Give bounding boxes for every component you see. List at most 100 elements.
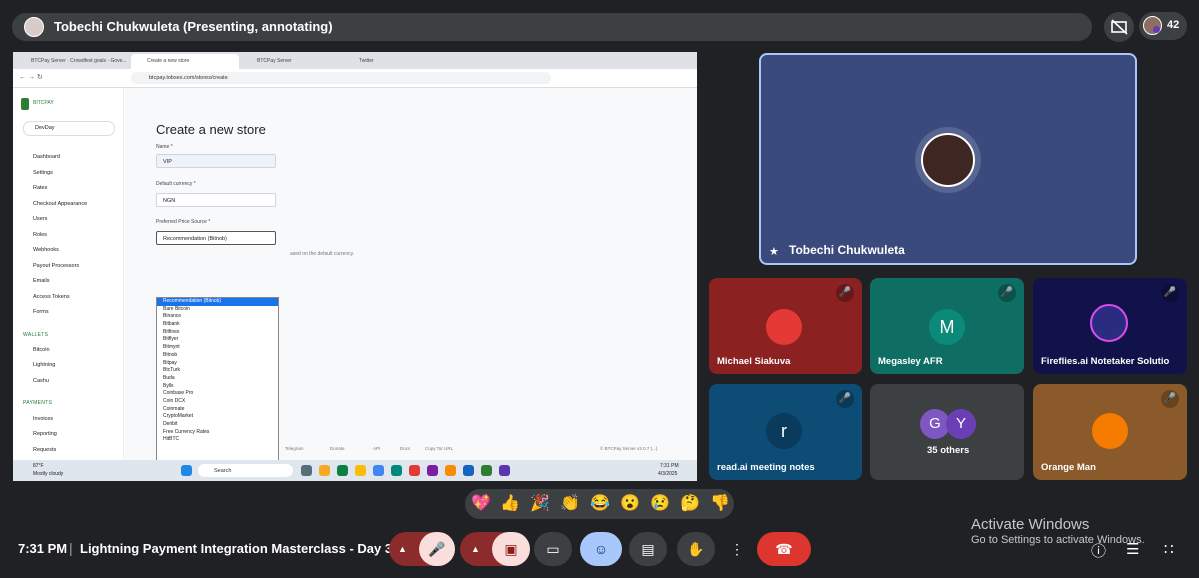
leave-call-button[interactable]: ☎ (757, 532, 811, 566)
fireflies-logo-icon (1090, 304, 1128, 342)
dropdown-option: Free Currency Rates (163, 428, 210, 435)
price-source-dropdown: Recommendation (Bitnob) Bare Bitcoin Bin… (156, 297, 279, 463)
chrome-icon (355, 465, 366, 476)
taskbar-search (198, 464, 293, 477)
dropdown-option: Bitmynt (163, 344, 180, 351)
payment-item: Reporting (33, 431, 57, 437)
camera-off-icon: ▣ (504, 541, 518, 557)
more-vert-icon: ⋮ (730, 541, 744, 557)
participant-tile[interactable]: r 🎤 read.ai meeting notes (709, 384, 862, 480)
sidebar-item: Forms (33, 309, 49, 315)
camera-options-chevron-icon[interactable]: ▲ (471, 532, 480, 566)
clock-time: 7:31 PM (660, 463, 679, 469)
dropdown-option: Coinbase Pro (163, 390, 194, 397)
meeting-details-button[interactable]: ⓘ (1091, 540, 1106, 561)
chat-icon: ☰ (1126, 541, 1140, 558)
sidebar-item: Emails (33, 278, 50, 284)
chat-button[interactable]: ☰ (1126, 540, 1139, 558)
dropdown-option: Coinmate (163, 405, 185, 412)
weather-desc: Mostly cloudy (33, 471, 64, 477)
more-options-button[interactable]: ⋮ (722, 532, 752, 566)
info-icon: ⓘ (1091, 543, 1107, 560)
participant-tile[interactable]: 🎤 Michael Siakuva (709, 278, 862, 374)
mic-off-button[interactable]: 🎤 (419, 532, 455, 566)
sidebar-item: Dashboard (33, 154, 60, 160)
reaction-thinking[interactable]: 🤔 (680, 493, 700, 513)
dropdown-option: Bitfinex (163, 328, 180, 335)
browser-tab: Twitter (359, 58, 374, 64)
app-icon (427, 465, 438, 476)
presenter-tile[interactable]: ★ Tobechi Chukwuleta (759, 53, 1137, 265)
footer-link: Copy Tor URL (425, 446, 454, 451)
reaction-party[interactable]: 🎉 (530, 493, 550, 513)
camera-control: ▲ ▣ (460, 532, 530, 566)
reactions-bar: 💖 👍 🎉 👏 😂 😮 😢 🤔 👎 (465, 489, 734, 519)
sidebar-item: Payout Processors (33, 263, 80, 269)
present-button[interactable]: ▭ (534, 532, 572, 566)
captions-button[interactable]: ▤ (629, 532, 667, 566)
page-title: Create a new store (156, 122, 266, 137)
dropdown-option (157, 444, 278, 452)
dropdown-option: Recommendation (Bitnob) (157, 298, 278, 306)
browser-nav-icons: ← → ↻ (19, 74, 43, 81)
reaction-sad[interactable]: 😢 (650, 493, 670, 513)
mic-options-chevron-icon[interactable]: ▲ (398, 532, 407, 566)
edge-icon (337, 465, 348, 476)
activities-button[interactable]: ∷ (1164, 540, 1174, 558)
dropdown-option: BtcTurk (163, 367, 181, 374)
participant-name: Megasley AFR (878, 356, 943, 367)
participant-name: Michael Siakuva (717, 356, 791, 367)
dropdown-option: Bitflyer (163, 336, 179, 343)
app-icon (409, 465, 420, 476)
mic-off-icon: 🎤 (1161, 390, 1179, 408)
participant-name: read.ai meeting notes (717, 462, 815, 473)
reaction-heart[interactable]: 💖 (471, 493, 491, 513)
folder-icon (319, 465, 330, 476)
others-tile[interactable]: G Y 35 others (870, 384, 1024, 480)
participant-name: Tobechi Chukwuleta (789, 243, 905, 257)
end-call-icon: ☎ (775, 541, 793, 557)
app-icon (373, 465, 384, 476)
sidebar-item: Roles (33, 232, 48, 238)
wallet-item: Lightning (33, 362, 56, 368)
reaction-surprised[interactable]: 😮 (620, 493, 640, 513)
participant-tile[interactable]: 🎤 Fireflies.ai Notetaker Solutio (1033, 278, 1187, 374)
price-source-select: Recommendation (Bitnob) (156, 231, 276, 245)
sidebar-item: Users (33, 216, 48, 222)
footer-link: API (373, 446, 381, 451)
separator: | (69, 540, 73, 556)
participant-tile[interactable]: M 🎤 Megasley AFR (870, 278, 1024, 374)
raise-hand-button[interactable]: ✋ (677, 532, 715, 566)
hide-presentation-button[interactable] (1104, 12, 1134, 42)
people-button[interactable] (1139, 12, 1187, 40)
participant-name: Orange Man (1041, 462, 1096, 473)
mic-off-icon: 🎤 (836, 390, 854, 408)
dropdown-option: Bitnob (163, 351, 178, 358)
meeting-time: 7:31 PM (18, 541, 68, 556)
reaction-thumbs-down[interactable]: 👎 (710, 493, 730, 513)
wallet-item: Cashu (33, 378, 49, 384)
participant-name: Fireflies.ai Notetaker Solutio (1041, 356, 1170, 367)
camera-off-button[interactable]: ▣ (492, 532, 530, 566)
reactions-button[interactable]: ☺ (580, 532, 622, 566)
browser-tab-strip: BTCPay Server · Crowdfest goals · Gove..… (13, 52, 697, 69)
dropdown-option: Bitpay (163, 359, 177, 366)
name-input: VIP (156, 154, 276, 168)
sidebar-item: Settings (33, 170, 53, 176)
help-text: ased on the default currency. (290, 251, 355, 257)
taskbar-search-label: Search (214, 468, 232, 474)
dropdown-option: Buda (163, 374, 175, 381)
reaction-laugh[interactable]: 😂 (590, 493, 610, 513)
people-avatars-icon (1143, 16, 1162, 35)
browser-tab: BTCPay Server · Crowdfest goals · Gove..… (31, 58, 127, 64)
dropdown-option: Binance (163, 313, 182, 320)
reaction-thumbs-up[interactable]: 👍 (500, 493, 520, 513)
sidebar-item: Rates (33, 185, 48, 191)
people-badge-icon (1153, 26, 1160, 33)
mic-off-icon: 🎤 (836, 284, 854, 302)
participant-tile[interactable]: 🎤 Orange Man (1033, 384, 1187, 480)
reaction-clap[interactable]: 👏 (560, 493, 580, 513)
mic-control: ▲ 🎤 (389, 532, 455, 566)
windows-taskbar: 87°F Mostly cloudy Search 7:31 PM 4/3/20… (13, 460, 697, 481)
sidebar-item: Webhooks (33, 247, 59, 253)
